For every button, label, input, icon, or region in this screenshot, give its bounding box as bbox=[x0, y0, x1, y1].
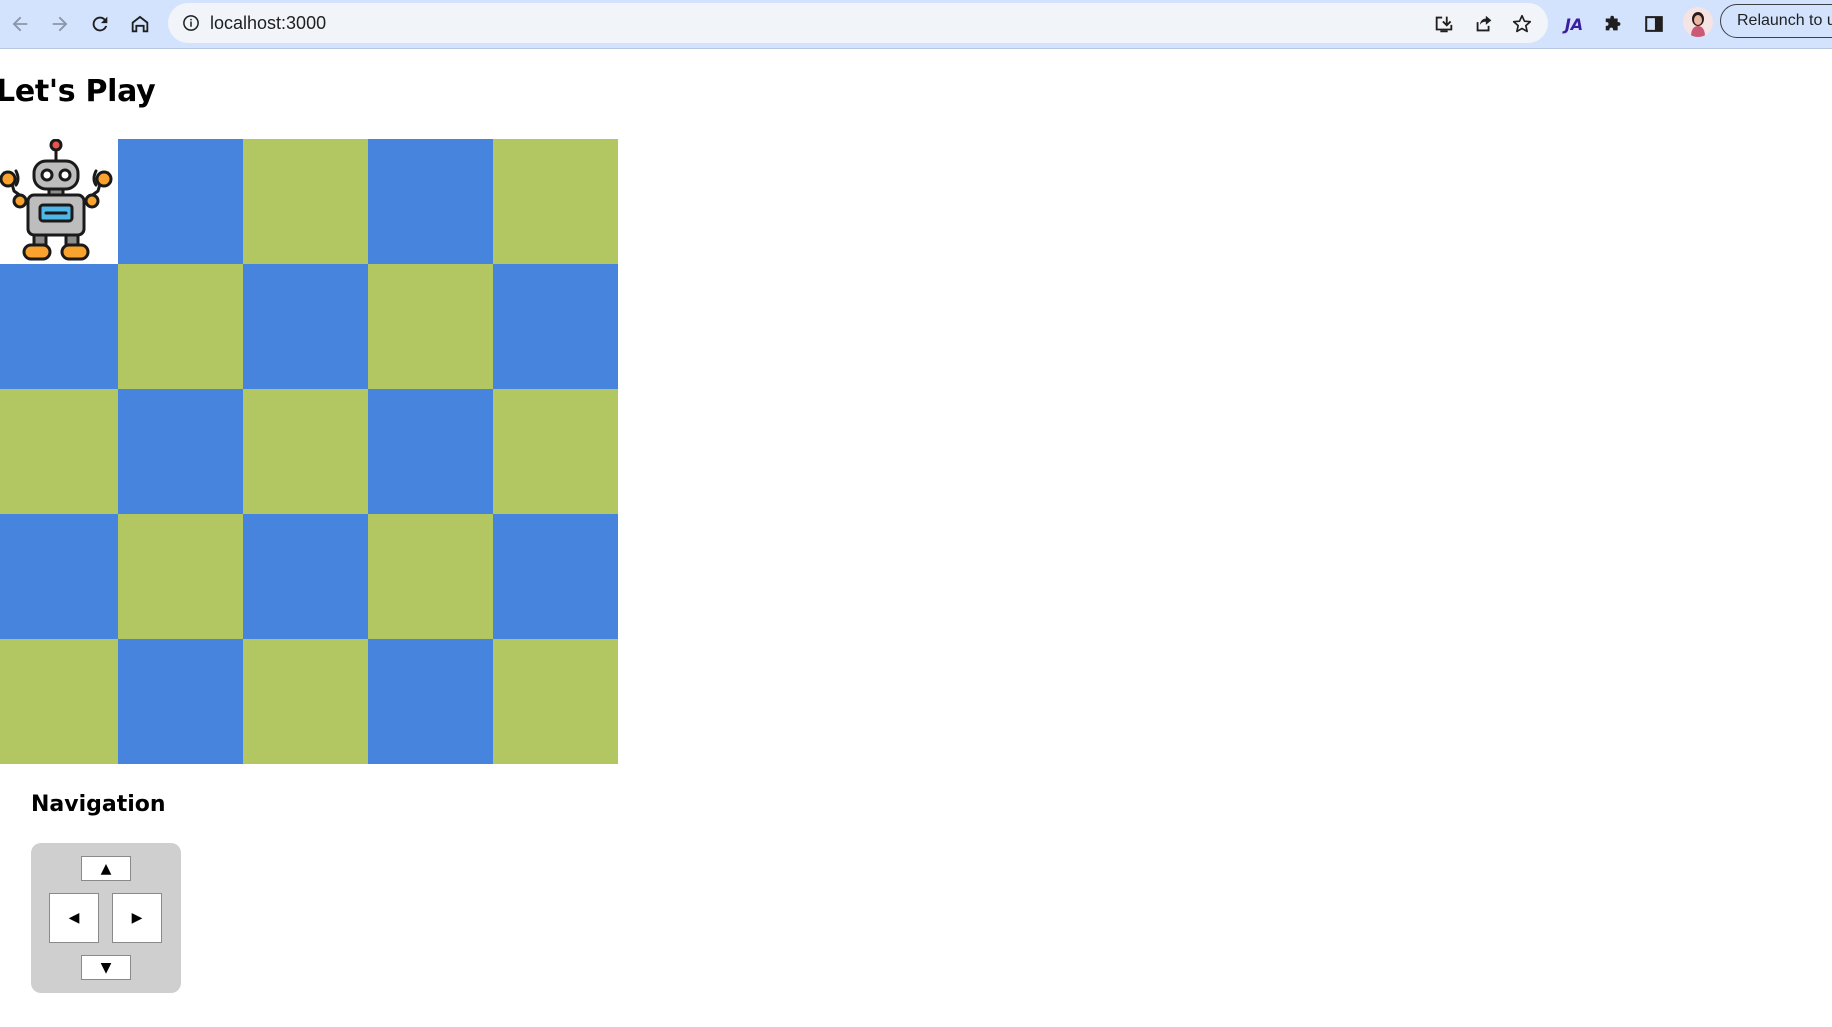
extension-ja-label: JA bbox=[1564, 14, 1584, 34]
board-cell-blue bbox=[0, 264, 118, 389]
home-button[interactable] bbox=[124, 8, 156, 40]
address-bar[interactable]: localhost:3000 bbox=[168, 3, 1548, 43]
back-icon bbox=[12, 16, 28, 32]
board-cell-blue bbox=[368, 139, 493, 264]
board-cell-robot bbox=[0, 139, 118, 264]
back-button[interactable] bbox=[4, 8, 36, 40]
profile-avatar-icon bbox=[1683, 7, 1713, 37]
move-up-button[interactable]: ▲ bbox=[81, 856, 131, 881]
site-info-icon[interactable] bbox=[182, 14, 200, 32]
board-cell-green bbox=[0, 639, 118, 764]
board-cell-green bbox=[118, 514, 243, 639]
browser-toolbar: localhost:3000 JA Relaunch to up bbox=[0, 0, 1832, 49]
board-cell-blue bbox=[368, 639, 493, 764]
reload-icon bbox=[92, 16, 108, 32]
board-cell-blue bbox=[118, 639, 243, 764]
board-cell-blue bbox=[118, 389, 243, 514]
side-panel-button[interactable] bbox=[1638, 8, 1670, 40]
install-button[interactable] bbox=[1432, 12, 1456, 36]
extensions-button[interactable] bbox=[1598, 8, 1630, 40]
board-cell-green bbox=[493, 139, 618, 264]
page-title: Let's Play bbox=[0, 74, 156, 109]
move-right-button[interactable]: ▶ bbox=[112, 893, 162, 943]
home-icon bbox=[131, 15, 149, 33]
extension-ja-button[interactable]: JA bbox=[1558, 8, 1590, 40]
reload-button[interactable] bbox=[84, 8, 116, 40]
board-cell-blue bbox=[243, 514, 368, 639]
board-cell-blue bbox=[368, 389, 493, 514]
bookmark-star-icon bbox=[1512, 14, 1532, 33]
move-down-button[interactable]: ▼ bbox=[81, 955, 131, 980]
share-icon bbox=[1476, 15, 1492, 32]
extensions-puzzle-icon bbox=[1605, 15, 1621, 31]
board-cell-blue bbox=[118, 139, 243, 264]
board-cell-blue bbox=[493, 514, 618, 639]
profile-avatar[interactable] bbox=[1683, 7, 1713, 37]
board-cell-green bbox=[118, 264, 243, 389]
board-cell-green bbox=[368, 264, 493, 389]
board-cell-green bbox=[243, 139, 368, 264]
board-cell-green bbox=[0, 389, 118, 514]
move-left-button[interactable]: ◀ bbox=[49, 893, 99, 943]
url-text[interactable]: localhost:3000 bbox=[210, 13, 326, 34]
navigation-heading: Navigation bbox=[31, 792, 166, 817]
navigation-pad: ▲ ◀ ▶ ▼ bbox=[31, 843, 181, 993]
board-cell-green bbox=[243, 389, 368, 514]
board-cell-green bbox=[243, 639, 368, 764]
side-panel-icon bbox=[1645, 16, 1663, 32]
game-board bbox=[0, 139, 618, 764]
board-cell-green bbox=[493, 389, 618, 514]
share-button[interactable] bbox=[1472, 12, 1496, 36]
robot-icon bbox=[0, 139, 113, 261]
board-cell-green bbox=[493, 639, 618, 764]
forward-button[interactable] bbox=[44, 8, 76, 40]
relaunch-button[interactable]: Relaunch to up bbox=[1720, 4, 1832, 38]
board-cell-blue bbox=[493, 264, 618, 389]
board-cell-green bbox=[368, 514, 493, 639]
board-cell-blue bbox=[0, 514, 118, 639]
board-cell-blue bbox=[243, 264, 368, 389]
forward-icon bbox=[52, 16, 68, 32]
install-icon bbox=[1435, 16, 1453, 33]
bookmark-button[interactable] bbox=[1510, 12, 1534, 36]
